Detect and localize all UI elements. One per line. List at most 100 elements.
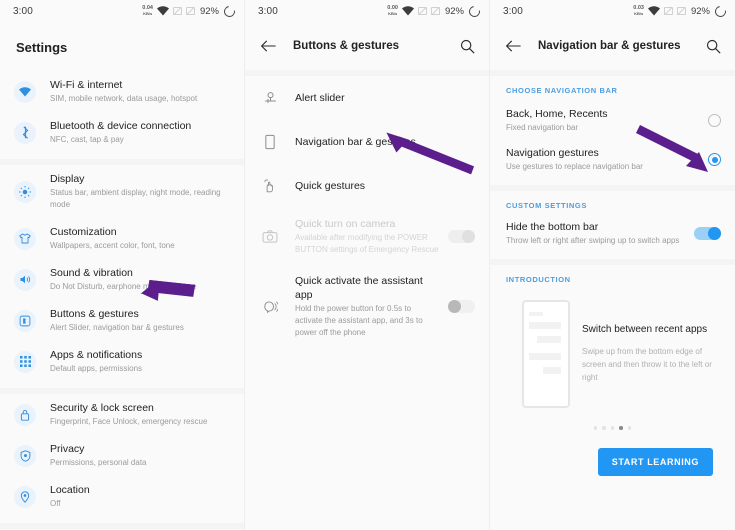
list-item-navigation-bar-gestures[interactable]: Navigation bar & gestures bbox=[245, 120, 489, 164]
introduction-slide: Switch between recent apps Swipe up from… bbox=[500, 294, 725, 412]
setting-hide-the-bottom-bar[interactable]: Hide the bottom bar Throw left or right … bbox=[490, 216, 735, 253]
option-texts: Back, Home, Recents Fixed navigation bar bbox=[506, 107, 700, 134]
sidebar-item-apps-notifications[interactable]: Apps & notifications Default apps, permi… bbox=[0, 341, 244, 382]
sidebar-item-texts: Apps & notifications Default apps, permi… bbox=[50, 348, 230, 375]
status-time: 3:00 bbox=[13, 5, 33, 17]
sidebar-item-subtitle: Permissions, personal data bbox=[50, 458, 147, 467]
radio-back-home-recents[interactable] bbox=[708, 114, 721, 127]
list-item-quick-activate-assistant[interactable]: Quick activate the assistant app Hold th… bbox=[245, 265, 489, 348]
button-icon bbox=[14, 309, 36, 332]
list-item-subtitle: Hold the power button for 0.5s to activa… bbox=[295, 304, 423, 337]
sidebar-item-title: Privacy bbox=[50, 443, 85, 455]
introduction-carousel: Switch between recent apps Swipe up from… bbox=[490, 290, 735, 476]
sidebar-item-security-lock-screen[interactable]: Security & lock screen Fingerprint, Face… bbox=[0, 394, 244, 435]
brightness-icon bbox=[14, 180, 36, 203]
wifi-icon bbox=[647, 6, 660, 16]
list-item-texts: Quick gestures bbox=[295, 178, 475, 194]
page-title: Navigation bar & gestures bbox=[538, 40, 681, 52]
camera-icon bbox=[259, 226, 281, 248]
option-texts: Navigation gestures Use gestures to repl… bbox=[506, 146, 700, 173]
wifi-diamond-icon bbox=[14, 80, 36, 103]
quick-activate-assistant-toggle[interactable] bbox=[448, 300, 475, 313]
sidebar-item-subtitle: Status bar, ambient display, night mode,… bbox=[50, 188, 221, 209]
sidebar-item-location[interactable]: Location Off bbox=[0, 476, 244, 517]
signal-icon bbox=[663, 6, 673, 16]
status-bar: 3:00 0.03 KB/s 92% bbox=[490, 0, 735, 22]
sidebar-item-texts: Buttons & gestures Alert Slider, navigat… bbox=[50, 307, 230, 334]
illustration-line bbox=[529, 322, 561, 329]
sidebar-item-customization[interactable]: Customization Wallpapers, accent color, … bbox=[0, 218, 244, 259]
hide-bottom-bar-toggle[interactable] bbox=[694, 227, 721, 240]
list-item-title: Quick turn on camera bbox=[295, 218, 396, 230]
list-item-subtitle: Available after modifying the POWER BUTT… bbox=[295, 233, 439, 254]
sidebar-item-subtitle: SIM, mobile network, data usage, hotspot bbox=[50, 94, 198, 103]
carousel-dot[interactable] bbox=[610, 426, 615, 430]
option-back-home-recents[interactable]: Back, Home, Recents Fixed navigation bar bbox=[490, 101, 735, 140]
app-bar: Buttons & gestures bbox=[245, 22, 489, 70]
carousel-dot[interactable] bbox=[627, 426, 632, 430]
sidebar-item-subtitle: Do Not Disturb, earphone mode, ringtone bbox=[50, 282, 197, 291]
sidebar-item-bluetooth-device-connection[interactable]: Bluetooth & device connection NFC, cast,… bbox=[0, 112, 244, 153]
section-header-introduction: INTRODUCTION bbox=[506, 275, 571, 284]
wifi-icon bbox=[156, 6, 169, 16]
panel-navigation-bar-gestures: 3:00 0.03 KB/s 92% Navigation bar & gest… bbox=[490, 0, 735, 530]
back-arrow-icon[interactable] bbox=[502, 35, 524, 57]
option-subtitle: Fixed navigation bar bbox=[506, 123, 579, 132]
battery-circle-icon bbox=[221, 3, 238, 19]
sidebar-item-buttons-gestures[interactable]: Buttons & gestures Alert Slider, navigat… bbox=[0, 300, 244, 341]
option-navigation-gestures[interactable]: Navigation gestures Use gestures to repl… bbox=[490, 140, 735, 179]
carousel-dot[interactable] bbox=[602, 426, 606, 430]
signal-icon bbox=[430, 6, 440, 16]
back-arrow-icon[interactable] bbox=[257, 35, 279, 57]
settings-group-privacy: Security & lock screen Fingerprint, Face… bbox=[0, 394, 244, 517]
app-bar: Navigation bar & gestures bbox=[490, 22, 735, 70]
sidebar-item-texts: Bluetooth & device connection NFC, cast,… bbox=[50, 119, 230, 146]
sidebar-item-title: Customization bbox=[50, 226, 117, 238]
sidebar-item-title: Display bbox=[50, 173, 85, 185]
quick-turn-on-camera-toggle[interactable] bbox=[448, 230, 475, 243]
list-item-title: Quick activate the assistant app bbox=[295, 275, 423, 301]
signal-icon bbox=[417, 6, 427, 16]
carousel-dots[interactable] bbox=[500, 412, 725, 430]
list-item-quick-gestures[interactable]: Quick gestures bbox=[245, 164, 489, 208]
sidebar-item-subtitle: Off bbox=[50, 499, 61, 508]
wifi-icon bbox=[401, 6, 414, 16]
assistant-icon bbox=[259, 296, 281, 318]
sidebar-item-privacy[interactable]: Privacy Permissions, personal data bbox=[0, 435, 244, 476]
status-icons: 0.04 KB/s 92% bbox=[142, 3, 238, 19]
radio-navigation-gestures[interactable] bbox=[708, 153, 721, 166]
list-item-title: Quick gestures bbox=[295, 180, 366, 192]
list-item-quick-turn-on-camera[interactable]: Quick turn on camera Available after mod… bbox=[245, 208, 489, 265]
list-item-texts: Quick activate the assistant app Hold th… bbox=[295, 274, 440, 339]
settings-group-device: Display Status bar, ambient display, nig… bbox=[0, 165, 244, 382]
three-phone-screenshots: 3:00 0.04 KB/s 92% Settings Wi-Fi & inte… bbox=[0, 0, 735, 530]
panel-settings: 3:00 0.04 KB/s 92% Settings Wi-Fi & inte… bbox=[0, 0, 245, 530]
signal-icon bbox=[185, 6, 195, 16]
network-speed-indicator: 0.03 KB/s bbox=[633, 6, 644, 16]
introduction-title: Switch between recent apps bbox=[582, 324, 708, 335]
bluetooth-icon bbox=[14, 121, 36, 144]
cta-row: START LEARNING bbox=[500, 430, 725, 476]
start-learning-button[interactable]: START LEARNING bbox=[597, 447, 713, 476]
carousel-dot-active[interactable] bbox=[619, 426, 623, 430]
battery-percent: 92% bbox=[199, 5, 219, 17]
status-bar: 3:00 0.04 KB/s 92% bbox=[0, 0, 244, 22]
section-header-choose-navigation-bar: CHOOSE NAVIGATION BAR bbox=[506, 86, 618, 95]
sidebar-item-title: Apps & notifications bbox=[50, 349, 143, 361]
sidebar-item-title: Buttons & gestures bbox=[50, 308, 139, 320]
sidebar-item-sound-vibration[interactable]: Sound & vibration Do Not Disturb, earpho… bbox=[0, 259, 244, 300]
sidebar-item-display[interactable]: Display Status bar, ambient display, nig… bbox=[0, 165, 244, 218]
list-item-alert-slider[interactable]: Alert slider bbox=[245, 76, 489, 120]
toggle-thumb bbox=[462, 230, 475, 243]
carousel-dot[interactable] bbox=[593, 426, 598, 430]
battery-percent: 92% bbox=[690, 5, 710, 17]
signal-icon bbox=[172, 6, 182, 16]
sidebar-item-texts: Customization Wallpapers, accent color, … bbox=[50, 225, 230, 252]
phone-outline-icon bbox=[259, 131, 281, 153]
page-title: Buttons & gestures bbox=[293, 40, 400, 52]
search-icon[interactable] bbox=[703, 36, 723, 56]
search-icon[interactable] bbox=[457, 36, 477, 56]
list-item-texts: Navigation bar & gestures bbox=[295, 134, 475, 150]
setting-title: Hide the bottom bar bbox=[506, 221, 599, 233]
sidebar-item-wifi-internet[interactable]: Wi-Fi & internet SIM, mobile network, da… bbox=[0, 71, 244, 112]
